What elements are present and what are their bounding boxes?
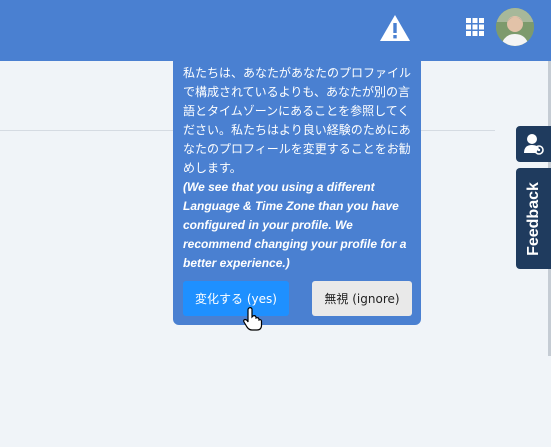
user-avatar[interactable] [496,8,534,46]
timezone-popover: 私たちは、あなたがあなたのプロファイルで構成されているよりも、あなたが別の言語と… [173,54,421,325]
popover-message-english: (We see that you using a different Langu… [183,180,407,270]
side-user-settings-tab[interactable] [516,126,551,162]
apps-grid-icon[interactable] [466,18,484,36]
user-settings-icon [524,134,544,155]
avatar-image [496,8,534,46]
feedback-label: Feedback [524,181,542,256]
yes-button[interactable]: 変化する (yes) [183,281,289,316]
popover-message-japanese: 私たちは、あなたがあなたのプロファイルで構成されているよりも、あなたが別の言語と… [183,66,412,175]
app-root: Feedback 私たちは、あなたがあなたのプロファイルで構成されているよりも、… [0,0,551,447]
hand-cursor-icon [243,307,263,331]
top-bar [0,0,551,61]
ignore-button[interactable]: 無視 (ignore) [312,281,412,316]
feedback-tab[interactable]: Feedback [516,168,551,269]
warning-triangle-icon[interactable] [379,14,411,42]
